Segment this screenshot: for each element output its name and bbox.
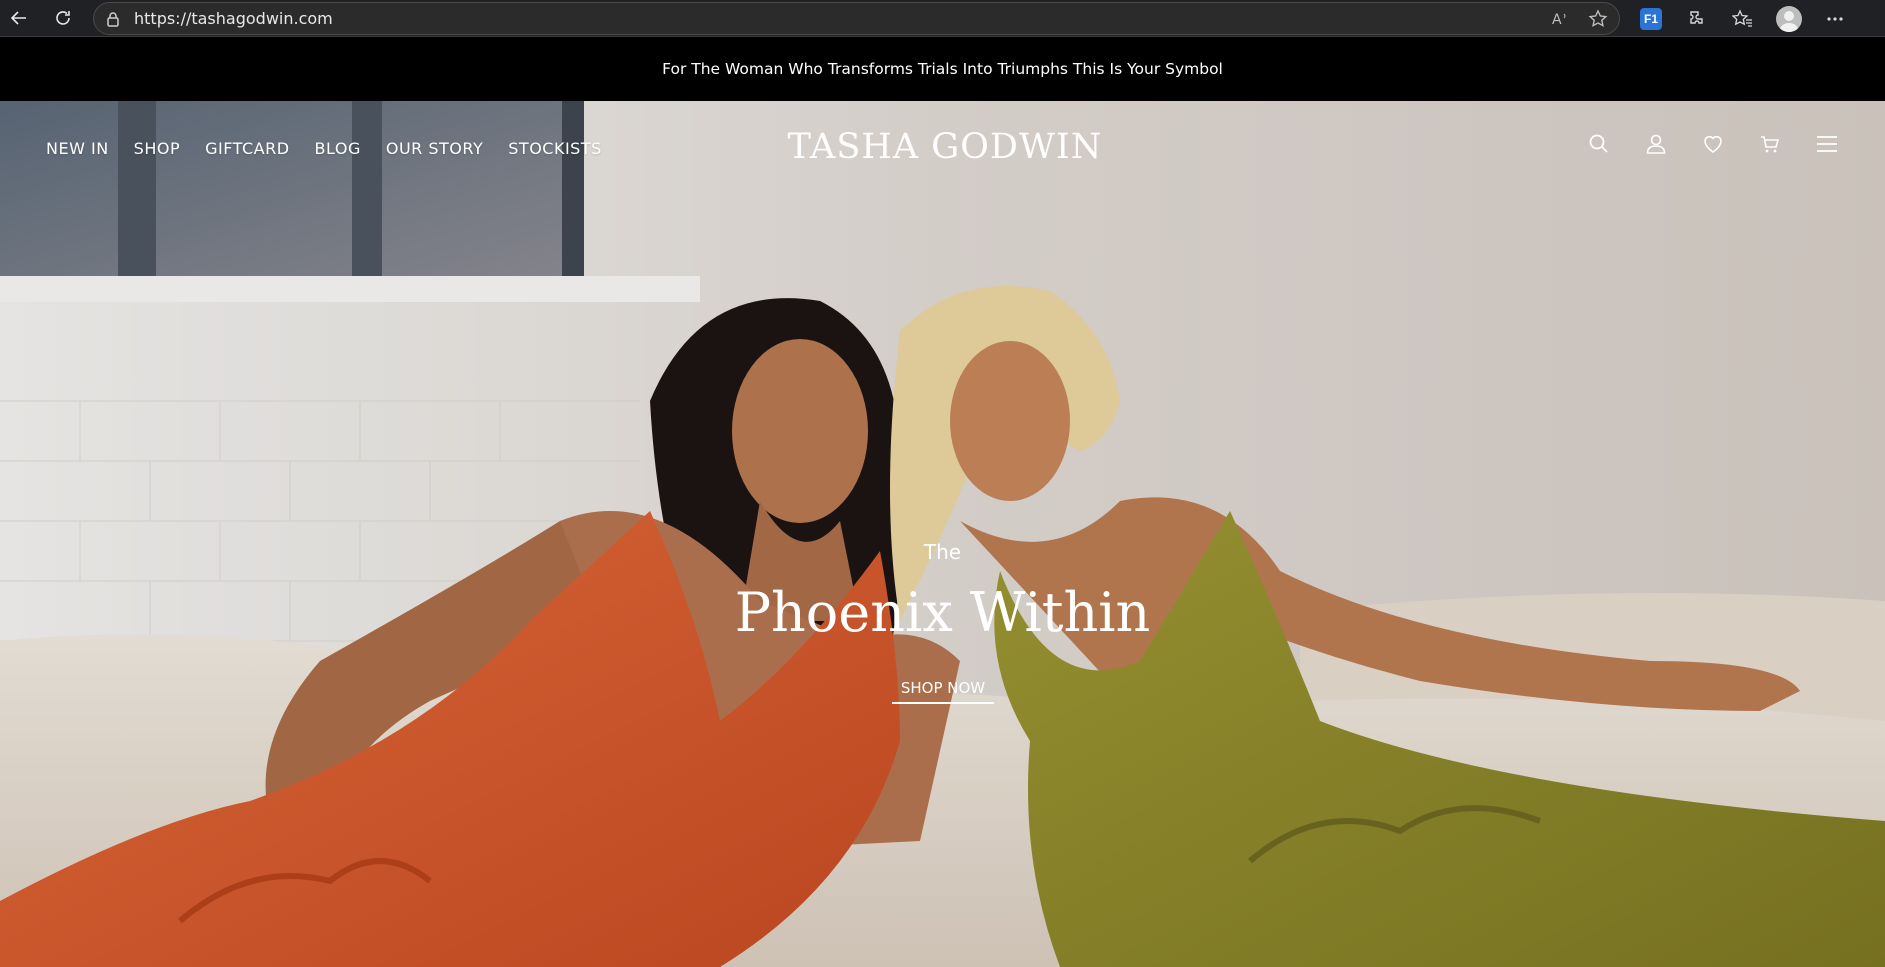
nav-new-in[interactable]: NEW IN — [46, 139, 109, 158]
extensions-icon[interactable] — [1684, 6, 1710, 32]
extension-badge: F1 — [1640, 7, 1662, 30]
main-nav: NEW IN SHOP GIFTCARD BLOG OUR STORY STOC… — [46, 139, 627, 158]
read-aloud-icon[interactable]: A — [1549, 8, 1571, 30]
url-text: https://tashagodwin.com — [134, 9, 333, 28]
header-icons — [1586, 131, 1840, 157]
favorite-star-icon[interactable] — [1587, 8, 1609, 30]
reload-button[interactable] — [46, 3, 80, 33]
cart-icon[interactable] — [1757, 131, 1783, 157]
reload-icon — [56, 11, 70, 25]
menu-icon[interactable] — [1814, 131, 1840, 157]
hero-banner[interactable]: NEW IN SHOP GIFTCARD BLOG OUR STORY STOC… — [0, 101, 1885, 967]
browser-toolbar: https://tashagodwin.com A F1 — [0, 0, 1885, 37]
back-arrow-icon — [10, 11, 26, 25]
account-icon[interactable] — [1643, 131, 1669, 157]
site-logo[interactable]: TASHA GODWIN — [760, 127, 1130, 167]
announcement-text: For The Woman Who Transforms Trials Into… — [662, 60, 1223, 78]
address-bar[interactable]: https://tashagodwin.com A — [93, 2, 1620, 35]
extension-button[interactable]: F1 — [1638, 6, 1664, 32]
search-icon[interactable] — [1586, 131, 1612, 157]
lock-icon — [107, 11, 119, 27]
nav-our-story[interactable]: OUR STORY — [386, 139, 483, 158]
wishlist-icon[interactable] — [1700, 131, 1726, 157]
nav-giftcard[interactable]: GIFTCARD — [205, 139, 289, 158]
back-button[interactable] — [2, 3, 36, 33]
announcement-bar: For The Woman Who Transforms Trials Into… — [0, 37, 1885, 101]
more-menu-icon[interactable] — [1822, 6, 1848, 32]
favorites-icon[interactable] — [1730, 6, 1756, 32]
profile-avatar[interactable] — [1776, 5, 1802, 32]
hero-image — [0, 101, 1885, 967]
nav-shop[interactable]: SHOP — [134, 139, 180, 158]
nav-blog[interactable]: BLOG — [315, 139, 361, 158]
nav-stockists[interactable]: STOCKISTS — [508, 139, 602, 158]
shop-now-button[interactable]: SHOP NOW — [892, 679, 994, 704]
svg-text:A: A — [1552, 12, 1562, 28]
